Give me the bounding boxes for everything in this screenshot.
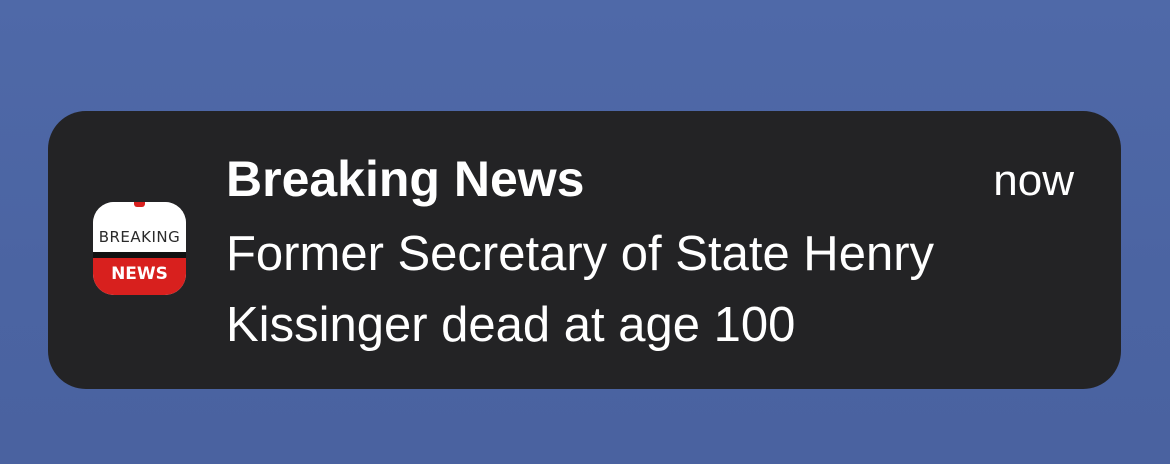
app-icon-bottom-word: NEWS bbox=[111, 264, 168, 284]
notification-banner[interactable]: BREAKING NEWS Breaking News now Former S… bbox=[48, 111, 1121, 389]
app-icon-top-word: BREAKING bbox=[98, 228, 181, 246]
notification-time: now bbox=[993, 156, 1074, 205]
breaking-news-app-icon: BREAKING NEWS bbox=[93, 202, 186, 295]
notification-title: Breaking News bbox=[226, 151, 585, 207]
notification-message: Former Secretary of State Henry Kissinge… bbox=[226, 227, 935, 352]
